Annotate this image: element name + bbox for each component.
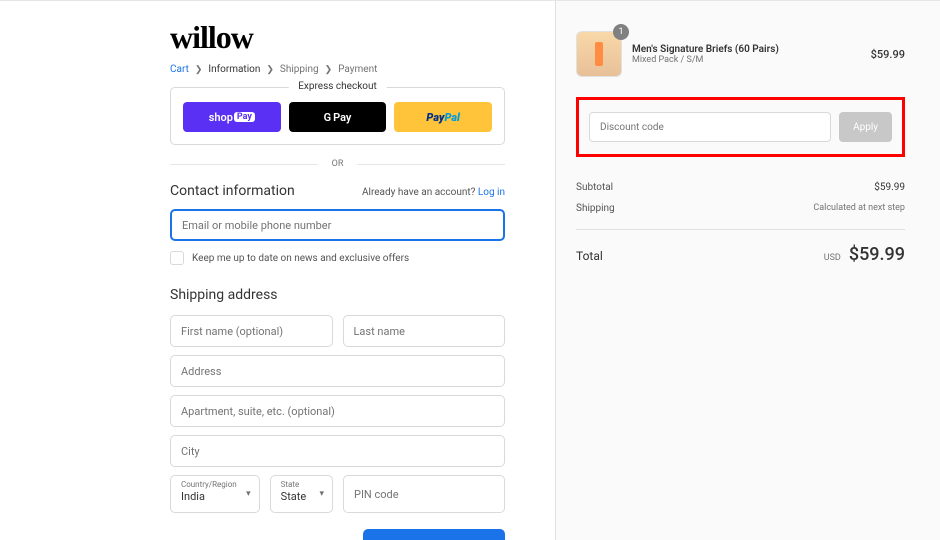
chevron-down-icon: ▾ <box>246 489 251 499</box>
chevron-down-icon: ▾ <box>319 489 324 499</box>
contact-info-heading: Contact information <box>170 183 295 199</box>
cart-line-item: 1 Men's Signature Briefs (60 Pairs) Mixe… <box>576 31 905 77</box>
city-field[interactable] <box>170 435 505 467</box>
marketing-opt-in-label: Keep me up to date on news and exclusive… <box>192 253 409 264</box>
order-summary-sidebar: 1 Men's Signature Briefs (60 Pairs) Mixe… <box>555 1 940 540</box>
breadcrumb-payment: Payment <box>338 64 377 75</box>
breadcrumb: Cart ❯ Information ❯ Shipping ❯ Payment <box>170 64 505 75</box>
apply-discount-button[interactable]: Apply <box>839 112 892 142</box>
google-pay-button[interactable]: GPay <box>289 102 387 132</box>
total-label: Total <box>576 249 603 263</box>
shipping-label: Shipping <box>576 203 615 214</box>
express-checkout-box: Express checkout shopPay GPay PayPal <box>170 87 505 145</box>
login-hint: Already have an account? Log in <box>362 187 505 198</box>
pin-code-field[interactable] <box>343 475 505 513</box>
apartment-field[interactable] <box>170 395 505 427</box>
quantity-badge: 1 <box>613 24 629 40</box>
chevron-right-icon: ❯ <box>266 65 274 75</box>
discount-highlight-box: Apply <box>576 97 905 157</box>
express-checkout-label: Express checkout <box>288 81 387 92</box>
chevron-right-icon: ❯ <box>325 65 333 75</box>
subtotal-value: $59.99 <box>874 182 905 193</box>
total-currency: USD <box>824 253 841 263</box>
breadcrumb-shipping: Shipping <box>280 64 319 75</box>
last-name-field[interactable] <box>343 315 506 347</box>
marketing-opt-in-checkbox[interactable] <box>170 251 184 265</box>
shop-pay-button[interactable]: shopPay <box>183 102 281 132</box>
email-phone-field[interactable] <box>170 209 505 241</box>
discount-code-input[interactable] <box>589 112 831 142</box>
shipping-value: Calculated at next step <box>813 203 905 214</box>
breadcrumb-information: Information <box>208 64 260 75</box>
breadcrumb-cart[interactable]: Cart <box>170 64 189 75</box>
address-field[interactable] <box>170 355 505 387</box>
continue-to-shipping-button[interactable]: Continue to shipping <box>363 529 505 540</box>
product-thumbnail: 1 <box>576 31 622 77</box>
store-logo: willow <box>170 19 505 56</box>
login-link[interactable]: Log in <box>478 187 505 198</box>
summary-divider <box>576 229 905 230</box>
product-variant: Mixed Pack / S/M <box>632 55 861 65</box>
total-amount: $59.99 <box>849 244 905 265</box>
chevron-right-icon: ❯ <box>195 65 203 75</box>
shipping-address-heading: Shipping address <box>170 287 505 303</box>
first-name-field[interactable] <box>170 315 333 347</box>
main-checkout-panel: willow Cart ❯ Information ❯ Shipping ❯ P… <box>0 1 555 540</box>
or-divider: OR <box>170 159 505 169</box>
subtotal-label: Subtotal <box>576 182 613 193</box>
state-select[interactable]: State State ▾ <box>270 475 333 513</box>
line-item-price: $59.99 <box>871 48 905 61</box>
country-select[interactable]: Country/Region India ▾ <box>170 475 260 513</box>
paypal-button[interactable]: PayPal <box>394 102 492 132</box>
product-name: Men's Signature Briefs (60 Pairs) <box>632 44 861 55</box>
